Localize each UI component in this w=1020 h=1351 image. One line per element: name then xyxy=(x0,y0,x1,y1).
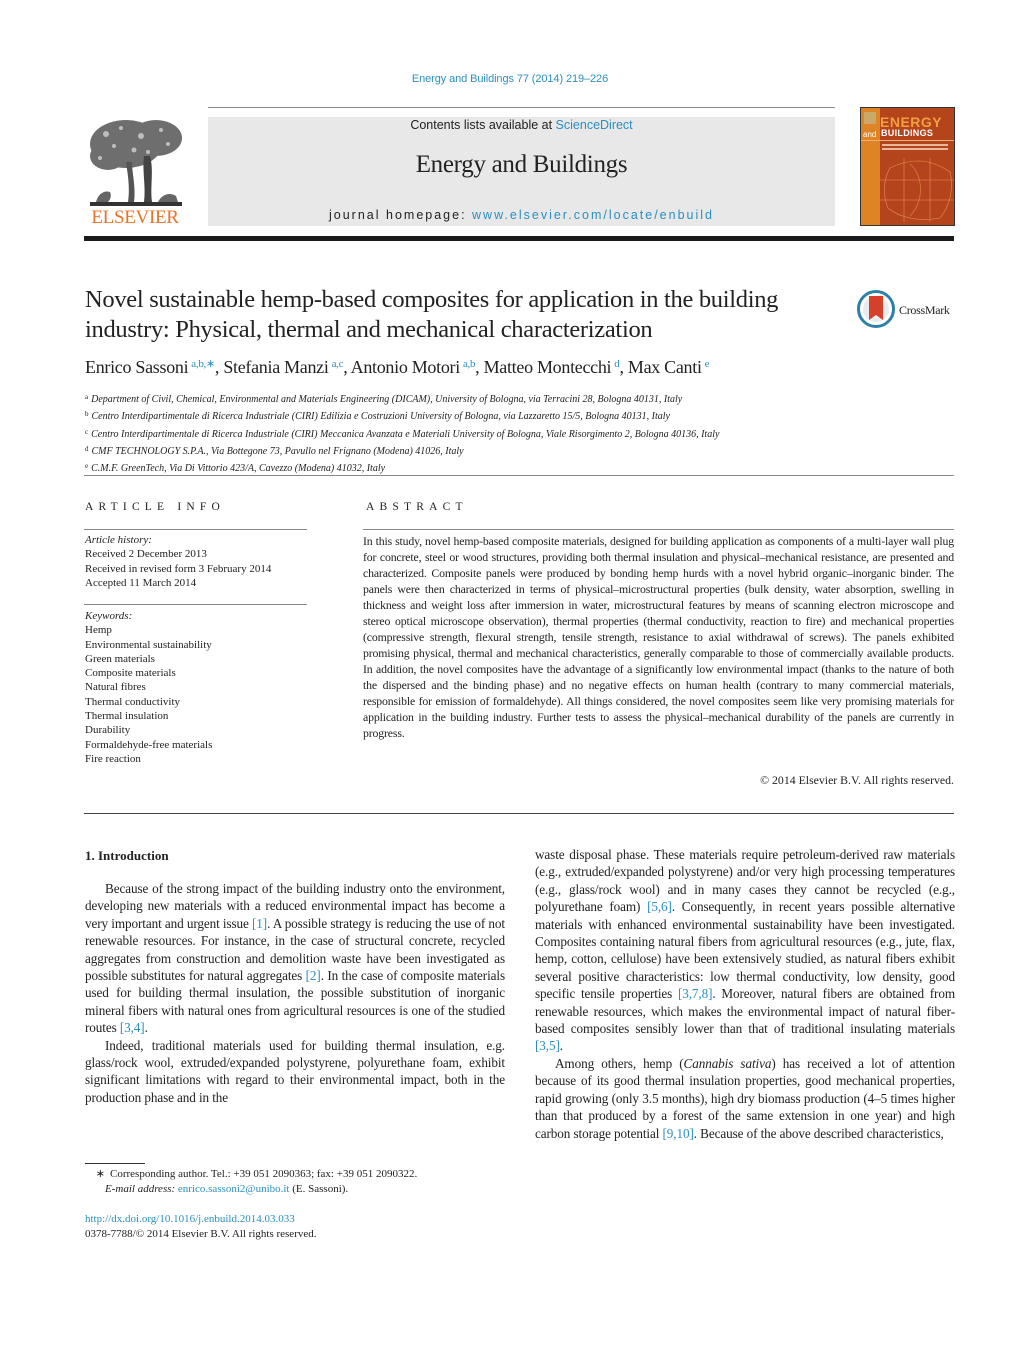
reference-link[interactable]: [3,4] xyxy=(120,1020,145,1035)
paragraph: Among others, hemp (Cannabis sativa) has… xyxy=(535,1055,956,1141)
history-item: Received in revised form 3 February 2014 xyxy=(85,562,272,575)
doi-link[interactable]: http://dx.doi.org/10.1016/j.enbuild.2014… xyxy=(85,1213,295,1225)
affiliation-list: a Department of Civil, Chemical, Environm… xyxy=(85,390,719,476)
cover-subtitle-lines xyxy=(882,144,948,146)
keyword: Natural fibres xyxy=(85,681,146,694)
front-matter-rule xyxy=(84,475,954,476)
abstract-heading: ABSTRACT xyxy=(366,501,468,513)
author[interactable]: Enrico Sassoni a,b,∗ xyxy=(85,357,215,377)
header-rule xyxy=(208,107,835,108)
abstract-copyright: © 2014 Elsevier B.V. All rights reserved… xyxy=(760,773,954,787)
article-history-heading: Article history: xyxy=(85,534,152,546)
history-item: Received 2 December 2013 xyxy=(85,548,207,561)
keyword: Formaldehyde-free materials xyxy=(85,738,213,751)
author-separator: , xyxy=(619,357,628,377)
reference-link[interactable]: [1] xyxy=(252,916,267,931)
elsevier-logo[interactable]: ELSEVIER xyxy=(84,116,186,228)
cover-divider xyxy=(861,140,954,141)
affiliation: b Centro Interdipartimentale di Ricerca I… xyxy=(85,410,670,423)
elsevier-wordmark: ELSEVIER xyxy=(91,207,179,228)
reference-link[interactable]: [3,7,8] xyxy=(678,986,713,1001)
keyword: Hemp xyxy=(85,624,112,637)
author[interactable]: Stefania Manzi a,c xyxy=(223,357,343,377)
issn-line: 0378-7788/© 2014 Elsevier B.V. All right… xyxy=(85,1227,317,1240)
homepage-line: journal homepage: www.elsevier.com/locat… xyxy=(208,208,835,222)
keyword: Composite materials xyxy=(85,667,176,680)
article-info-rule xyxy=(84,529,307,530)
paragraph: Because of the strong impact of the buil… xyxy=(85,881,505,1036)
cover-graph-icon xyxy=(880,158,954,222)
corresponding-author-footnote: ∗ Corresponding author. Tel.: +39 051 209… xyxy=(95,1168,418,1195)
abstract-rule xyxy=(363,529,954,530)
article-info-heading: ARTICLE INFO xyxy=(85,501,225,513)
journal-banner: Contents lists available at ScienceDirec… xyxy=(208,117,835,226)
author-affiliation-marks[interactable]: a,b xyxy=(463,358,476,370)
keyword: Environmental sustainability xyxy=(85,638,212,651)
affiliation: c Centro Interdipartimentale di Ricerca I… xyxy=(85,427,720,440)
elsevier-tree-icon xyxy=(90,120,182,206)
abstract-text: In this study, novel hemp-based composit… xyxy=(363,534,954,740)
author[interactable]: Matteo Montecchi d xyxy=(484,357,620,377)
author-email-link[interactable]: enrico.sassoni2@unibo.it xyxy=(178,1183,290,1195)
contents-line: Contents lists available at ScienceDirec… xyxy=(208,118,835,132)
homepage-prefix: journal homepage: xyxy=(329,208,473,222)
author[interactable]: Antonio Motori a,b xyxy=(351,357,476,377)
keyword: Durability xyxy=(85,724,131,737)
cover-title-buildings: BUILDINGS xyxy=(881,128,934,138)
author-affiliation-marks[interactable]: e xyxy=(705,358,710,370)
body-rule xyxy=(84,813,954,814)
history-item: Accepted 11 March 2014 xyxy=(85,576,197,589)
keyword: Thermal conductivity xyxy=(85,695,180,708)
journal-name: Energy and Buildings xyxy=(415,151,628,178)
reference-link[interactable]: [2] xyxy=(306,968,321,983)
author-separator: , xyxy=(475,357,484,377)
author-separator: , xyxy=(343,357,351,377)
journal-homepage-link[interactable]: www.elsevier.com/locate/enbuild xyxy=(472,208,714,222)
keywords-heading: Keywords: xyxy=(85,610,133,622)
article-history: Article history: Received 2 December 201… xyxy=(85,533,271,590)
reference-link[interactable]: [9,10] xyxy=(663,1126,694,1141)
crossmark-button[interactable]: CrossMark xyxy=(857,290,957,330)
crossmark-icon xyxy=(857,290,895,328)
doi-block: http://dx.doi.org/10.1016/j.enbuild.2014… xyxy=(85,1212,317,1241)
author-affiliation-marks[interactable]: a,b,∗ xyxy=(191,358,215,370)
article-title: Novel sustainable hemp-based composites … xyxy=(85,286,779,343)
reference-link[interactable]: [5,6] xyxy=(647,899,672,914)
affiliation: a Department of Civil, Chemical, Environm… xyxy=(85,393,683,405)
cover-publisher-badge xyxy=(864,112,876,124)
sciencedirect-link[interactable]: ScienceDirect xyxy=(556,118,633,132)
section-heading-introduction: 1. Introduction xyxy=(85,848,169,863)
author-affiliation-marks[interactable]: a,c xyxy=(332,358,344,370)
crossmark-label: CrossMark xyxy=(899,303,950,317)
journal-citation[interactable]: Energy and Buildings 77 (2014) 219–226 xyxy=(0,73,1020,85)
paragraph: waste disposal phase. These materials re… xyxy=(535,847,955,1054)
author[interactable]: Max Canti e xyxy=(628,357,710,377)
keyword: Fire reaction xyxy=(85,752,141,765)
affiliation: e C.M.F. GreenTech, Via Di Vittorio 423/A… xyxy=(85,462,386,475)
affiliation: d CMF TECHNOLOGY S.P.A., Via Bottegone 73… xyxy=(85,444,464,457)
reference-link[interactable]: [3,5] xyxy=(535,1038,560,1053)
keyword: Thermal insulation xyxy=(85,710,169,723)
journal-cover-thumbnail[interactable]: ENERGY and BUILDINGS xyxy=(860,107,955,226)
paragraph: Indeed, traditional materials used for b… xyxy=(85,1037,505,1105)
body-column-left: Because of the strong impact of the buil… xyxy=(85,880,505,1106)
author-list: Enrico Sassoni a,b,∗, Stefania Manzi a,c, … xyxy=(85,357,710,378)
keyword: Green materials xyxy=(85,652,155,665)
keywords-rule xyxy=(84,604,307,605)
header-thick-rule xyxy=(84,236,954,241)
footnote-rule xyxy=(85,1163,145,1164)
keywords: Keywords: Hemp Environmental sustainabil… xyxy=(85,609,212,766)
cover-stripe xyxy=(861,108,880,225)
cover-title-and: and xyxy=(863,130,877,139)
contents-prefix: Contents lists available at xyxy=(410,118,556,132)
body-column-right: waste disposal phase. These materials re… xyxy=(535,846,955,1142)
